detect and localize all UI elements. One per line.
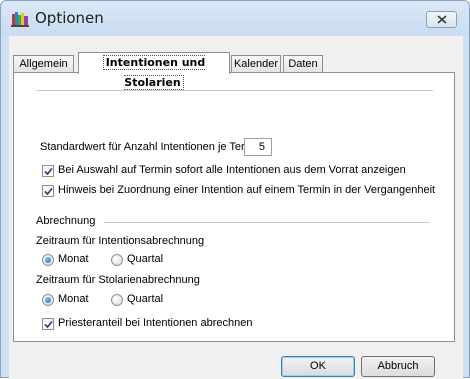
- divider: [36, 90, 433, 91]
- stolarien-period-monat-radio[interactable]: [42, 294, 54, 306]
- tab-kalender[interactable]: Kalender: [231, 55, 281, 73]
- close-button[interactable]: [426, 11, 457, 28]
- show-all-checkbox[interactable]: [42, 165, 54, 177]
- tab-daten[interactable]: Daten: [283, 55, 323, 73]
- intentions-period-monat-label[interactable]: Monat: [58, 253, 89, 265]
- past-hint-label[interactable]: Hinweis bei Zuordnung einer Intention au…: [58, 184, 435, 196]
- options-dialog: Optionen Allgemein Intentionen und Stola…: [0, 0, 470, 379]
- tab-allgemein[interactable]: Allgemein: [13, 55, 74, 73]
- checkmark-icon: [44, 320, 53, 329]
- stolarien-period-quartal-radio[interactable]: [111, 294, 123, 306]
- stolarien-period-quartal-label[interactable]: Quartal: [127, 293, 163, 305]
- tab-panel: Standardwert für Anzahl Intentionen je T…: [13, 72, 455, 342]
- default-count-input[interactable]: 5: [244, 138, 272, 156]
- close-icon: [437, 15, 447, 24]
- stolarien-period-monat-label[interactable]: Monat: [58, 293, 89, 305]
- tab-strip: Allgemein Intentionen und Stolarien Kale…: [9, 36, 463, 90]
- priest-share-label[interactable]: Priesteranteil bei Intentionen abrechnen: [58, 317, 252, 329]
- books-app-icon: [11, 12, 29, 27]
- checkmark-icon: [44, 167, 53, 176]
- dialog-body: Allgemein Intentionen und Stolarien Kale…: [9, 36, 463, 379]
- cancel-button[interactable]: Abbruch: [361, 356, 435, 377]
- billing-section-label: Abrechnung: [36, 215, 96, 227]
- section-divider: [104, 222, 430, 223]
- intentions-period-monat-radio[interactable]: [42, 254, 54, 266]
- intentions-period-quartal-radio[interactable]: [111, 254, 123, 266]
- intentions-period-quartal-label[interactable]: Quartal: [127, 253, 163, 265]
- default-count-label: Standardwert für Anzahl Intentionen je T…: [40, 141, 263, 153]
- ok-button[interactable]: OK: [281, 356, 355, 377]
- priest-share-checkbox[interactable]: [42, 318, 54, 330]
- past-hint-checkbox[interactable]: [42, 185, 54, 197]
- tab-intentionen-und-stolarien[interactable]: Intentionen und Stolarien: [78, 52, 230, 90]
- intentions-period-label: Zeitraum für Intentionsabrechnung: [36, 235, 205, 247]
- title-bar: Optionen: [1, 1, 469, 35]
- stolarien-period-label: Zeitraum für Stolarienabrechnung: [36, 274, 200, 286]
- window-title: Optionen: [35, 9, 104, 27]
- checkmark-icon: [44, 187, 53, 196]
- show-all-label[interactable]: Bei Auswahl auf Termin sofort alle Inten…: [58, 164, 406, 176]
